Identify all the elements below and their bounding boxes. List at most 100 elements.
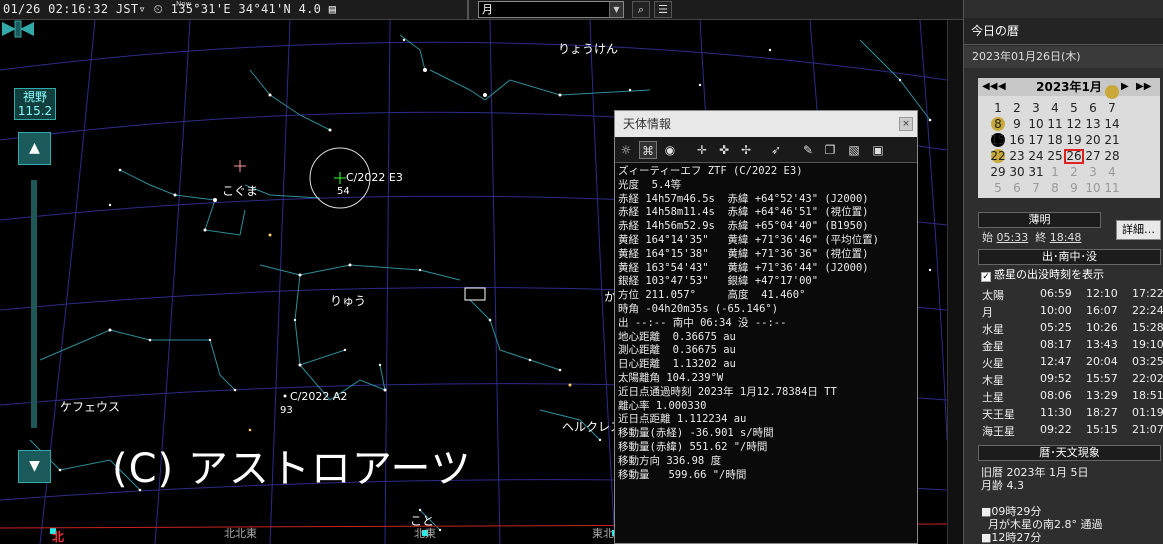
zoom-slider[interactable] <box>31 180 37 428</box>
close-button[interactable]: × <box>899 117 913 131</box>
calendar-day[interactable]: 11 <box>1045 117 1065 132</box>
body-set: 22:02 <box>1132 372 1163 385</box>
moon-phase-icon <box>1105 85 1119 99</box>
body-name: 金星 <box>982 340 1004 353</box>
calendar-day[interactable]: 2 <box>1007 101 1027 116</box>
calendar-day[interactable]: 23 <box>1007 149 1027 164</box>
info-panel-titlebar[interactable]: 天体情報 × <box>615 111 917 137</box>
body-rise: 08:17 <box>1040 338 1072 351</box>
crosshair-clear-icon[interactable]: ✢ <box>737 141 755 159</box>
prev-year-button[interactable]: ◀◀ <box>982 78 997 96</box>
current-date: 2023年01月26日(木) <box>964 46 1163 68</box>
comet-label[interactable]: C/2022 A2 <box>290 390 347 403</box>
search-button[interactable]: ⌕ <box>632 1 650 18</box>
calendar-day[interactable]: 13 <box>1083 117 1103 132</box>
zoom-slider-handle[interactable] <box>0 20 36 38</box>
checkbox-checked-icon[interactable]: ✓ <box>981 272 991 282</box>
calendar-day[interactable]: 16 <box>1007 133 1027 148</box>
info-line: 黄経 164°15'38" 黄緯 +71°36'36" (視位置) <box>618 247 869 260</box>
prev-month-button[interactable]: ◀ <box>998 78 1006 96</box>
calendar-day[interactable]: 8 <box>1045 181 1065 196</box>
calendar-day[interactable]: 24 <box>1026 149 1046 164</box>
calendar-day[interactable]: 27 <box>1083 149 1103 164</box>
calendar-day[interactable]: 5 <box>1064 101 1084 116</box>
info-line: 赤経 14h56m52.9s 赤緯 +65°04'40" (B1950) <box>618 220 869 233</box>
next-month-button[interactable]: ▶ <box>1121 78 1129 96</box>
zoom-in-button[interactable]: ▲ <box>18 132 51 165</box>
info-line: 赤経 14h57m46.5s 赤緯 +64°52'43" (J2000) <box>618 192 869 205</box>
calendar-day[interactable]: 22 <box>988 149 1008 164</box>
calendar-day[interactable]: 1 <box>988 101 1008 116</box>
calendar-day[interactable]: 28 <box>1102 149 1122 164</box>
calendar-day[interactable]: 7 <box>1102 101 1122 116</box>
pointer-icon[interactable]: ➶ <box>767 141 785 159</box>
calendar-day[interactable]: 1 <box>1045 165 1065 180</box>
calendar-day[interactable]: 3 <box>1026 101 1046 116</box>
comet-magnitude: 54 <box>337 186 350 197</box>
zoom-out-button[interactable]: ▼ <box>18 450 51 483</box>
twilight-end[interactable]: 18:48 <box>1050 231 1082 244</box>
calendar-day[interactable]: 4 <box>1102 165 1122 180</box>
calendar-day[interactable]: 21 <box>1102 133 1122 148</box>
list-button[interactable]: ☰ <box>654 1 672 18</box>
calendar-day[interactable]: 10 <box>1026 117 1046 132</box>
pencil-icon[interactable]: ✎ <box>799 141 817 159</box>
image-icon[interactable]: ▧ <box>845 141 863 159</box>
comet-magnitude: 93 <box>280 405 293 416</box>
calendar-day[interactable]: 5 <box>988 181 1008 196</box>
crosshair-lock-icon[interactable]: ✜ <box>715 141 733 159</box>
body-set: 03:25 <box>1132 355 1163 368</box>
planet-times-checkbox-label: 惑星の出没時刻を表示 <box>994 268 1104 281</box>
constellation-label: こぐま <box>222 184 259 198</box>
center-target-icon[interactable]: ⌘ <box>639 141 657 159</box>
calendar-day[interactable]: 15 <box>988 133 1008 148</box>
vertical-scrollbar[interactable] <box>947 20 963 544</box>
object-select[interactable]: 月 ▼ <box>478 1 624 18</box>
calendar-day[interactable]: 3 <box>1083 165 1103 180</box>
details-button[interactable]: 詳細… <box>1116 220 1161 240</box>
calendar-day[interactable]: 8 <box>988 117 1008 132</box>
sun-icon[interactable]: ☼ <box>617 141 635 159</box>
calendar-day[interactable]: 10 <box>1083 181 1103 196</box>
calendar-day[interactable]: 12 <box>1064 117 1084 132</box>
calendar-day[interactable]: 30 <box>1007 165 1027 180</box>
calendar-day[interactable]: 19 <box>1064 133 1084 148</box>
calendar-day[interactable]: 4 <box>1045 101 1065 116</box>
info-line: 近日点通過時刻 2023年 1月12.78384日 TT <box>618 385 837 398</box>
calendar-day[interactable]: 26 <box>1064 149 1084 164</box>
copyright-watermark: (C) アストロアーツ <box>112 446 472 492</box>
fov-label: 視野 <box>22 90 47 104</box>
calendar-day[interactable]: 2 <box>1064 165 1084 180</box>
planet-times-checkbox[interactable]: ✓ 惑星の出没時刻を表示 <box>981 266 1104 282</box>
calendar-day[interactable]: 6 <box>1083 101 1103 116</box>
calendar-day[interactable]: 14 <box>1102 117 1122 132</box>
twilight-header: 薄明 <box>978 212 1101 228</box>
calendar-day[interactable]: 11 <box>1102 181 1122 196</box>
twilight-start[interactable]: 05:33 <box>997 231 1029 244</box>
body-set: 19:10 <box>1132 338 1163 351</box>
calendar-day[interactable]: 31 <box>1026 165 1046 180</box>
calendar-day[interactable]: 9 <box>1064 181 1084 196</box>
info-panel-title: 天体情報 <box>623 117 672 131</box>
calendar-day[interactable]: 18 <box>1045 133 1065 148</box>
calendar-day[interactable]: 17 <box>1026 133 1046 148</box>
calendar-day[interactable]: 6 <box>1007 181 1027 196</box>
crosshair-icon[interactable]: ✛ <box>693 141 711 159</box>
comet-label[interactable]: C/2022 E3 <box>346 171 403 184</box>
photo-icon[interactable]: ▣ <box>869 141 887 159</box>
time-location-status[interactable]: 01/26 02:16:32 JST▿ ⏲ 135°31'E 34°41'N 4… <box>3 2 336 17</box>
info-line: 移動量 599.66 "/時間 <box>618 468 747 481</box>
window-icon[interactable]: ❐ <box>821 141 839 159</box>
body-set: 15:28 <box>1132 321 1163 334</box>
next-year-button[interactable]: ▶▶ <box>1136 78 1151 96</box>
close-icon: × <box>902 119 910 129</box>
calendar-day[interactable]: 20 <box>1083 133 1103 148</box>
calendar-day[interactable]: 7 <box>1026 181 1046 196</box>
body-name: 天王星 <box>982 408 1015 421</box>
planet-icon[interactable]: ◉ <box>661 141 679 159</box>
target-crosshair <box>234 160 246 172</box>
calendar-day[interactable]: 29 <box>988 165 1008 180</box>
calendar-day[interactable]: 9 <box>1007 117 1027 132</box>
chevron-down-icon[interactable]: ▼ <box>609 2 623 17</box>
calendar-day[interactable]: 25 <box>1045 149 1065 164</box>
